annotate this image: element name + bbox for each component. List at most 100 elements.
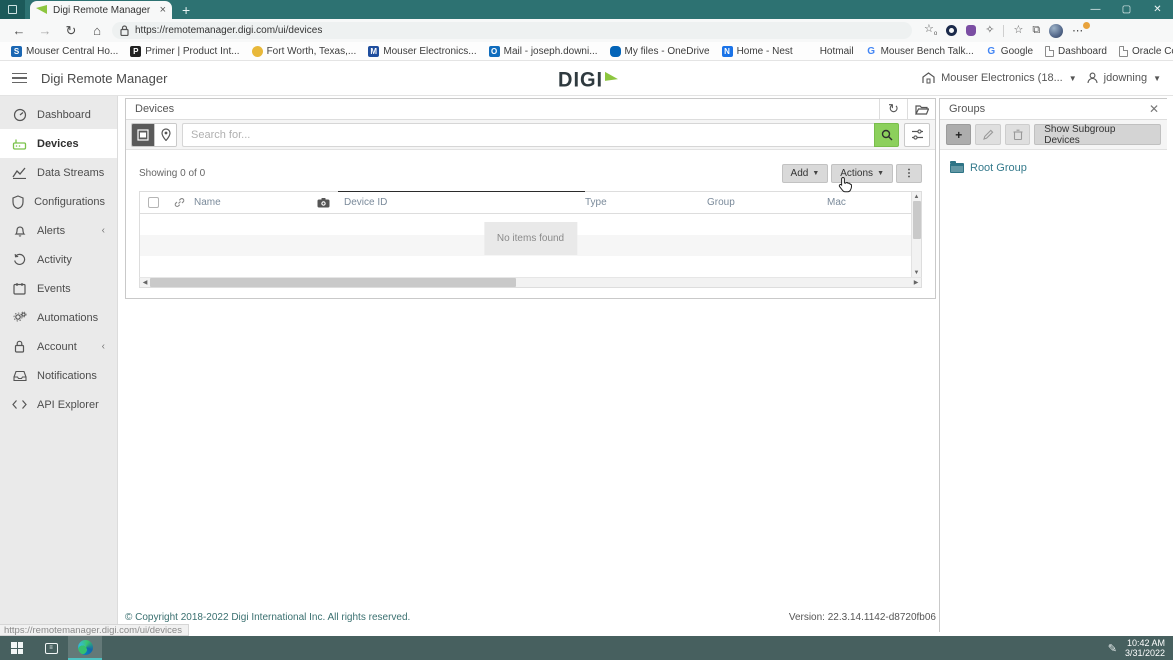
vertical-scrollbar[interactable]: ▲ ▼ [911,192,921,277]
bookmark-item[interactable]: Dashboard [1040,43,1112,59]
favorites-star-icon[interactable]: ☆ [1013,25,1023,36]
profile-avatar[interactable] [1049,24,1063,38]
groups-panel-header: Groups ✕ [940,99,1167,120]
bookmark-item[interactable]: Fort Worth, Texas,... [247,43,362,59]
extension-purple-icon[interactable] [966,25,976,36]
column-header-type[interactable]: Type [585,197,707,208]
sidebar-item-account[interactable]: Account ‹ [0,332,117,361]
back-button[interactable]: ← [8,24,30,37]
window-close-button[interactable]: ✕ [1142,0,1173,19]
bookmark-item[interactable]: GMouser Bench Talk... [861,43,979,59]
sidebar-item-api-explorer[interactable]: API Explorer [0,390,117,419]
new-tab-button[interactable]: + [182,3,190,19]
data-streams-icon [12,166,27,179]
address-bar[interactable]: https://remotemanager.digi.com/ui/device… [112,22,912,39]
bookmark-item[interactable]: NHome - Nest [717,43,798,59]
trash-icon [1013,129,1023,140]
windows-logo-icon [11,642,23,654]
edit-group-button[interactable] [975,124,1000,145]
user-menu[interactable]: jdowning ▼ [1087,72,1161,84]
collections-icon[interactable]: ⧉ [1032,25,1040,36]
taskbar-clock[interactable]: 10:42 AM 3/31/2022 [1125,638,1165,658]
column-header-device-id[interactable]: Device ID [338,197,585,208]
windows-ink-pen-icon[interactable]: ✎ [1108,642,1117,655]
refresh-button[interactable]: ↻ [60,24,82,37]
sidebar-item-dashboard[interactable]: Dashboard [0,100,117,129]
bookmark-item[interactable]: My files - OneDrive [605,43,715,59]
app-footer: © Copyright 2018-2022 Digi International… [125,612,936,623]
search-input[interactable] [182,123,874,147]
open-folder-icon [915,104,929,115]
window-minimize-button[interactable]: — [1080,0,1111,19]
microsoft-icon [805,46,816,57]
extension-outline-icon[interactable]: ✧ [985,25,994,36]
scroll-up-arrow[interactable]: ▲ [914,192,920,201]
window-maximize-button[interactable]: ▢ [1111,0,1142,19]
sidebar-item-notifications[interactable]: Notifications [0,361,117,390]
search-button[interactable] [874,123,899,147]
column-header-group[interactable]: Group [707,197,827,208]
map-view-button[interactable] [154,124,176,146]
google-g-icon: G [866,46,877,57]
taskbar-edge-button[interactable] [68,636,102,660]
bookmark-item[interactable]: Oracle Content Mar... [1114,43,1173,59]
tab-close-icon[interactable]: × [160,5,166,16]
sidebar-item-configurations[interactable]: Configurations [0,187,117,216]
sidebar-item-alerts[interactable]: Alerts ‹ [0,216,117,245]
tab-actions-menu-button[interactable] [0,0,25,19]
bookmark-item[interactable]: GGoogle [981,43,1038,59]
sidebar-item-activity[interactable]: Activity [0,245,117,274]
lock-icon [12,340,27,353]
devices-search-toolbar [126,120,935,150]
scroll-left-arrow[interactable]: ◀ [140,279,150,286]
sidebar-item-devices[interactable]: Devices [0,129,117,158]
extension-ring-icon[interactable] [946,25,957,36]
add-device-button[interactable]: Add▼ [782,164,829,183]
column-header-name[interactable]: Name [192,197,338,208]
edge-logo-icon [78,640,93,655]
browser-tab[interactable]: Digi Remote Manager × [30,1,172,19]
delete-group-button[interactable] [1005,124,1030,145]
scrollbar-thumb[interactable] [150,278,516,287]
bookmark-item[interactable]: PPrimer | Product Int... [125,43,244,59]
link-icon [174,197,185,208]
start-button[interactable] [0,636,34,660]
group-panel-toggle-button[interactable] [907,99,935,120]
scroll-down-arrow[interactable]: ▼ [914,268,920,277]
home-button[interactable]: ⌂ [86,24,108,37]
connection-column-icon[interactable] [166,197,192,208]
code-icon [12,399,27,410]
page-icon [1045,46,1054,57]
devices-table: Name Device ID Type Group Mac No items f… [139,191,922,277]
sidebar-item-automations[interactable]: Automations [0,303,117,332]
bookmark-item[interactable]: Hotmail [800,43,859,59]
close-groups-panel-icon[interactable]: ✕ [1141,102,1167,116]
more-options-button[interactable]: ⋮ [896,164,922,183]
table-header-row: Name Device ID Type Group Mac [140,192,921,214]
bookmark-item[interactable]: SMouser Central Ho... [6,43,123,59]
task-view-button[interactable]: ≡ [34,636,68,660]
page-icon [1119,46,1128,57]
bookmark-item[interactable]: MMouser Electronics... [363,43,481,59]
horizontal-scrollbar[interactable]: ◀ ▶ [139,277,922,288]
scrollbar-thumb[interactable] [913,201,921,239]
devices-panel-header: Devices ↻ [126,99,935,120]
hamburger-menu-icon[interactable] [12,73,27,84]
select-all-checkbox[interactable] [140,197,166,208]
refresh-devices-button[interactable]: ↻ [879,99,907,120]
scroll-right-arrow[interactable]: ▶ [911,279,921,286]
camera-column-icon[interactable] [317,198,330,208]
advanced-filter-button[interactable] [904,123,930,147]
show-subgroup-devices-button[interactable]: Show Subgroup Devices [1034,124,1161,145]
organization-selector[interactable]: Mouser Electronics (18... ▼ [922,72,1077,84]
sidebar-item-data-streams[interactable]: Data Streams [0,158,117,187]
root-group-item[interactable]: Root Group [940,150,1167,186]
forward-button[interactable]: → [34,24,56,37]
column-header-mac[interactable]: Mac [827,197,890,208]
bookmark-item[interactable]: OMail - joseph.downi... [484,43,603,59]
list-view-button[interactable] [132,124,154,146]
add-group-button[interactable]: + [946,124,971,145]
sidebar-item-events[interactable]: Events [0,274,117,303]
settings-menu-icon[interactable]: ⋯ [1072,24,1084,37]
browser-essentials-icon[interactable]: ☆o [924,24,937,37]
